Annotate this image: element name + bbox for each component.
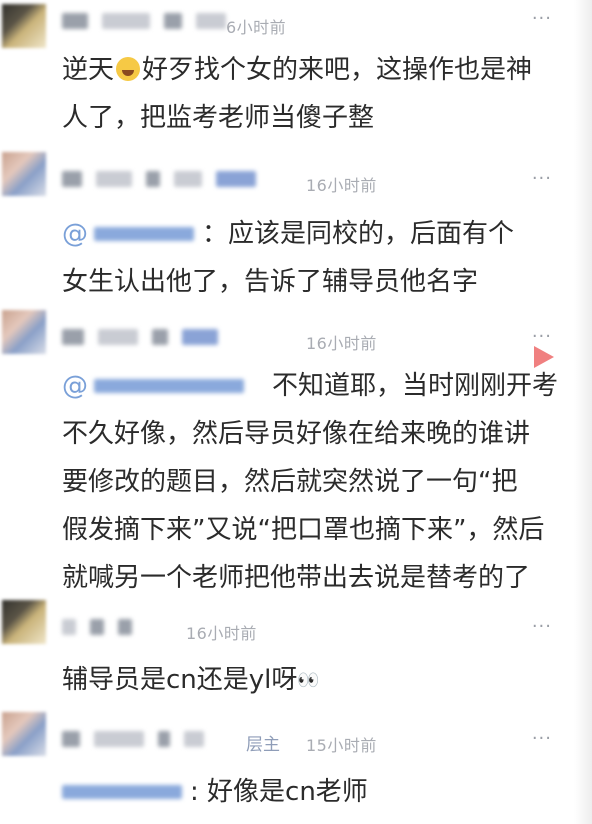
username[interactable] <box>62 10 226 32</box>
username[interactable] <box>62 728 204 750</box>
timestamp: 15小时前 <box>306 736 377 755</box>
mention-at[interactable]: @ <box>62 210 88 258</box>
mentioned-user[interactable] <box>94 227 194 241</box>
timestamp: 16小时前 <box>306 176 377 195</box>
edge-shadow <box>574 0 592 824</box>
timestamp: 16小时前 <box>186 624 257 643</box>
more-options-button[interactable]: ··· <box>532 168 552 189</box>
comment-feed: 6小时前 ··· 逆天 好歹找个女的来吧，这操作也是神 人了，把监考老师当傻子整 … <box>0 0 592 824</box>
more-options-button[interactable]: ··· <box>532 728 552 749</box>
avatar[interactable] <box>2 152 46 196</box>
more-options-button[interactable]: ··· <box>532 326 552 347</box>
mention-at[interactable]: @ <box>62 362 88 410</box>
avatar[interactable] <box>2 310 46 354</box>
more-options-button[interactable]: ··· <box>532 616 552 637</box>
more-options-button[interactable]: ··· <box>532 8 552 29</box>
comment-text: @ ：应该是同校的，后面有个 女生认出他了，告诉了辅导员他名字 <box>62 210 562 306</box>
comment-text: 逆天 好歹找个女的来吧，这操作也是神 人了，把监考老师当傻子整 <box>62 55 533 133</box>
red-triangle-icon <box>534 346 554 368</box>
comment-text: : 好像是cn老师 <box>62 768 562 816</box>
mentioned-user[interactable] <box>62 785 182 799</box>
username[interactable] <box>62 168 256 190</box>
comment-text: 辅导员是cn还是yl呀👀 <box>62 656 562 705</box>
avatar[interactable] <box>2 4 46 48</box>
floor-owner-badge: 层主 <box>246 735 280 755</box>
laughing-emoji-icon <box>116 57 141 81</box>
eyes-emoji-icon: 👀 <box>297 670 319 691</box>
username[interactable] <box>62 616 132 638</box>
mentioned-user[interactable] <box>94 379 244 393</box>
username[interactable] <box>62 326 218 348</box>
timestamp: 6小时前 <box>226 18 287 37</box>
avatar[interactable] <box>2 600 46 644</box>
comment-text: @ 不知道耶，当时刚刚开考 不久好像，然后导员好像在给来晚的谁讲 要修改的题目，… <box>62 362 562 602</box>
timestamp: 16小时前 <box>306 334 377 353</box>
avatar[interactable] <box>2 712 46 756</box>
